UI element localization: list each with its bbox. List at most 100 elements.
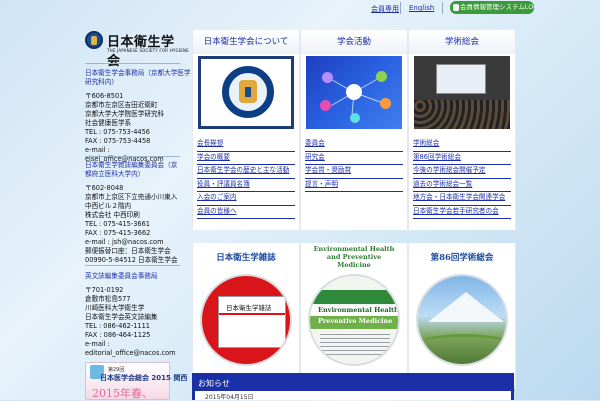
network-node-icon xyxy=(320,100,331,111)
address-line: 京都市左京区吉田近衛町 xyxy=(85,101,158,109)
divider xyxy=(85,265,180,266)
card-link[interactable]: 研究会 xyxy=(305,152,403,165)
english-journal-address: 〒701-0192 倉敷市松島577 川崎医科大学衛生学 日本衛生学会英文誌編集… xyxy=(85,286,195,358)
card-title[interactable]: 日本衛生学会について xyxy=(193,30,299,54)
card-link-list: 会長挨拶 学会の概要 日本衛生学会の歴史と主な活動 役員・評議員名簿 入会のご案… xyxy=(197,138,295,219)
news-item[interactable]: 2015年04月15日 xyxy=(195,391,511,401)
divider xyxy=(442,2,443,14)
card-academic-meeting: 学術総会 学術総会 第86回学術総会 今後の学術総会開催予定 過去の学術総会一覧… xyxy=(408,30,516,230)
network-diagram-image xyxy=(306,56,402,129)
feature-english-journal[interactable]: Environmental Health and Preventive Medi… xyxy=(300,243,408,391)
email-label: e-mail : xyxy=(85,146,110,154)
lock-icon xyxy=(453,4,459,11)
members-link[interactable]: 会員専用 xyxy=(371,4,399,14)
phone-line: TEL : 075-753-4456 xyxy=(85,128,150,136)
feature-japanese-journal[interactable]: 日本衛生学雑誌 日本衛生学雑誌 xyxy=(192,243,300,391)
card-link[interactable]: 会員の皆様へ xyxy=(197,206,295,219)
journal-cover-line1: Environmental Health xyxy=(318,306,399,314)
card-title[interactable]: 学会活動 xyxy=(301,30,407,54)
address-line: 京都大学大学院医学研究科 xyxy=(85,110,165,118)
divider xyxy=(85,63,180,64)
banner-tagline: 2015年春、 xyxy=(92,387,153,400)
office-contact: 日本衛生学会事務局（京都大学医学研究科内） 〒606-8501 京都市左京区吉田… xyxy=(85,69,195,164)
card-link[interactable]: 日本衛生学会の歴史と主な活動 xyxy=(197,165,295,179)
address-line: 〒606-8501 xyxy=(85,92,124,100)
address-line: 〒701-0192 xyxy=(85,286,124,294)
society-seal-icon xyxy=(85,31,103,49)
journal-committee-contact: 日本衛生学雑誌編集委員会（京都府立医科大学内） 〒602-8048 京都市上京区… xyxy=(85,161,195,265)
network-node-icon xyxy=(376,71,387,82)
audience xyxy=(414,100,510,129)
journal-cover-line2: Preventive Medicine xyxy=(318,317,393,325)
card-link[interactable]: 学会賞・奨励賞 xyxy=(305,165,403,179)
address-line: 株式会社 中西印刷 xyxy=(85,211,140,219)
card-link[interactable]: 役員・評議員名簿 xyxy=(197,179,295,192)
card-link[interactable]: 学術総会 xyxy=(413,138,511,152)
fax-line: FAX : 075-415-3662 xyxy=(85,229,151,237)
email-address[interactable]: editorial_office@nacos.com xyxy=(85,349,195,358)
mountain-landscape-image xyxy=(416,274,508,366)
card-link-list: 学術総会 第86回学術総会 今後の学術総会開催予定 過去の学術総会一覧 地方会・… xyxy=(413,138,511,219)
fax-line: FAX : 086-464-1125 xyxy=(85,331,151,339)
card-link-list: 委員会 研究会 学会賞・奨励賞 提言・声明 xyxy=(305,138,403,192)
projection-screen xyxy=(436,64,486,94)
member-login-label: 会員情報管理システムLOGIN xyxy=(460,3,534,11)
english-journal-heading: 英文誌編集委員会事務局 xyxy=(85,272,158,280)
feature-title: 第86回学術総会 xyxy=(430,253,494,263)
address-line: 京都市上京区下立売通小川東入 xyxy=(85,193,178,201)
journal-cover-image: Environmental Health Preventive Medicine xyxy=(308,274,400,366)
logo-name-en: THE JAPANESE SOCIETY FOR HYGIENE xyxy=(107,48,189,53)
address-line: 中西ビル２階内 xyxy=(85,202,132,210)
office-heading: 日本衛生学会事務局（京都大学医学研究科内） xyxy=(85,69,191,86)
news-panel: お知らせ 2015年04月15日 xyxy=(192,373,514,401)
english-link[interactable]: English xyxy=(409,4,434,12)
email-address[interactable]: e-mail : jsh@nacos.com xyxy=(85,238,195,247)
society-emblem-icon xyxy=(222,66,274,118)
divider xyxy=(85,156,180,157)
feature-86th-meeting[interactable]: 第86回学術総会 xyxy=(408,243,516,391)
card-activities: 学会活動 委員会 研究会 学会賞・奨励賞 提言・声明 xyxy=(300,30,408,230)
card-about-society: 日本衛生学会について 会長挨拶 学会の概要 日本衛生学会の歴史と主な活動 役員・… xyxy=(192,30,300,230)
top-navigation: 会員専用 English 会員情報管理システムLOGIN xyxy=(0,0,600,16)
journal-cover-title: 日本衛生学雑誌 xyxy=(226,304,272,312)
divider xyxy=(400,2,401,14)
network-node-icon xyxy=(322,72,333,83)
news-heading: お知らせ xyxy=(198,379,230,388)
journal-committee-heading: 日本衛生学雑誌編集委員会（京都府立医科大学内） xyxy=(85,161,178,178)
medical-congress-banner[interactable]: 第29回 日本医学会総会 2015 関西 2015年春、 xyxy=(85,362,187,400)
card-title[interactable]: 学術総会 xyxy=(409,30,515,54)
journal-committee-address: 〒602-8048 京都市上京区下立売通小川東入 中西ビル２階内 株式会社 中西… xyxy=(85,184,195,265)
card-link[interactable]: 地方会・日本衛生学会関連学会 xyxy=(413,192,511,206)
card-link[interactable]: 会長挨拶 xyxy=(197,138,295,152)
address-line: 社会健康医学系 xyxy=(85,119,132,127)
address-line: 〒602-8048 xyxy=(85,184,124,192)
feature-title: Environmental Health and Preventive Medi… xyxy=(313,245,395,269)
banner-edition: 第29回 xyxy=(108,367,125,373)
network-node-icon xyxy=(380,98,391,109)
network-node-icon xyxy=(346,84,362,100)
card-link[interactable]: 第86回学術総会 xyxy=(413,152,511,165)
phone-line: TEL : 075-415-3661 xyxy=(85,220,150,228)
card-link[interactable]: 過去の学術総会一覧 xyxy=(413,179,511,192)
left-sidebar: 日本衛生学会 THE JAPANESE SOCIETY FOR HYGIENE … xyxy=(85,30,191,357)
conference-hall-image xyxy=(414,56,510,129)
banner-title: 日本医学会総会 2015 関西 xyxy=(100,374,188,382)
card-link[interactable]: 学会の概要 xyxy=(197,152,295,165)
card-link[interactable]: 日本衛生学会若手研究者の会 xyxy=(413,206,511,219)
card-link[interactable]: 提言・声明 xyxy=(305,179,403,192)
address-line: 川崎医科大学衛生学 xyxy=(85,304,145,312)
member-login-button[interactable]: 会員情報管理システムLOGIN xyxy=(450,1,534,14)
office-address: 〒606-8501 京都市左京区吉田近衛町 京都大学大学院医学研究科 社会健康医… xyxy=(85,92,195,164)
card-link[interactable]: 委員会 xyxy=(305,138,403,152)
phone-line: TEL : 086-462-1111 xyxy=(85,322,150,330)
society-seal-image xyxy=(198,56,294,129)
feature-title: 日本衛生学雑誌 xyxy=(216,253,276,263)
card-link[interactable]: 入会のご案内 xyxy=(197,192,295,206)
english-journal-contact: 英文誌編集委員会事務局 〒701-0192 倉敷市松島577 川崎医科大学衛生学… xyxy=(85,272,195,358)
card-link[interactable]: 今後の学術総会開催予定 xyxy=(413,165,511,179)
postal-transfer-account: 00990-5-84512 日本衛生学会 xyxy=(85,256,178,264)
site-logo[interactable]: 日本衛生学会 THE JAPANESE SOCIETY FOR HYGIENE xyxy=(85,30,189,69)
email-label: e-mail : xyxy=(85,340,110,348)
postal-transfer-label: 郵便振替口座：日本衛生学会 xyxy=(85,247,171,255)
network-node-icon xyxy=(350,113,360,123)
